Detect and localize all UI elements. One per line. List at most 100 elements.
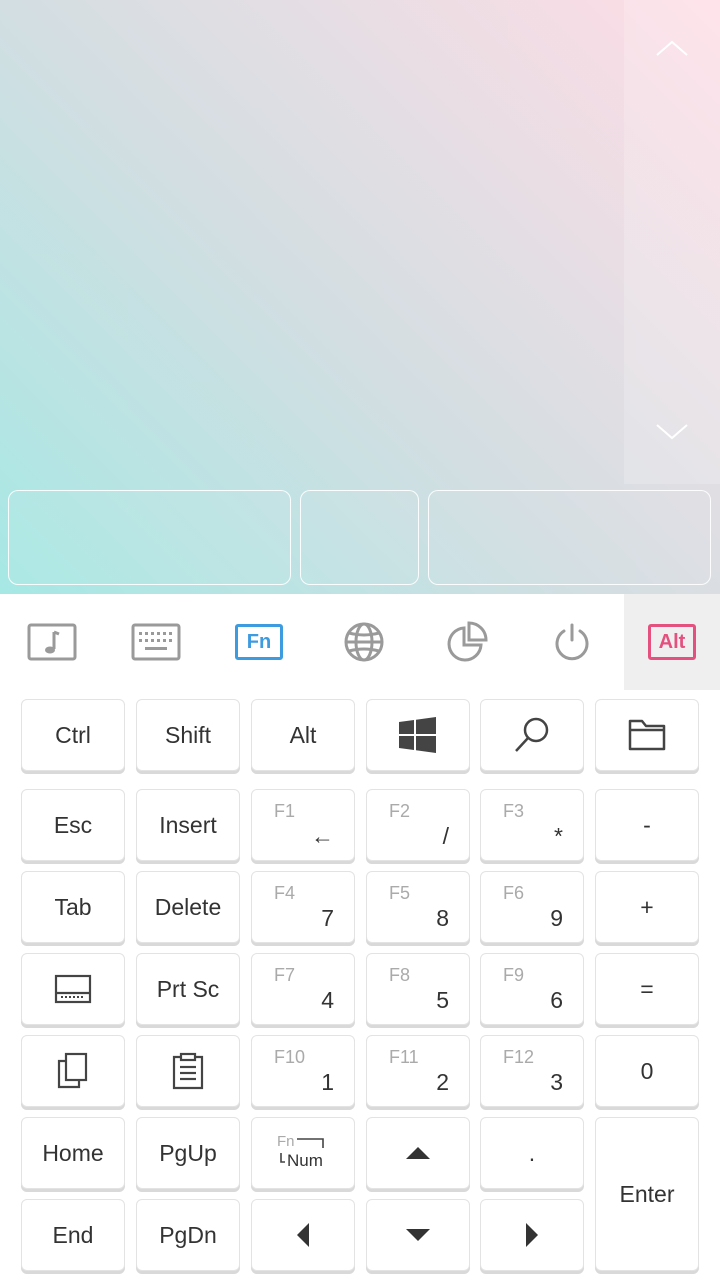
f7-key[interactable]: F7 4 — [251, 953, 355, 1025]
prtsc-label: Prt Sc — [156, 975, 220, 1002]
f5-key[interactable]: F5 8 — [366, 871, 470, 943]
enter-key[interactable]: Enter — [595, 1117, 699, 1271]
tab-label: Tab — [54, 893, 92, 920]
num7-label: 7 — [321, 905, 334, 931]
home-key[interactable]: Home — [21, 1117, 125, 1189]
alt-label: Alt — [289, 721, 317, 748]
tool-stats[interactable] — [419, 594, 515, 690]
shift-label: Shift — [164, 721, 212, 748]
enter-label: Enter — [619, 1180, 675, 1207]
arrow-right-key[interactable] — [480, 1199, 584, 1271]
f9-key[interactable]: F9 6 — [480, 953, 584, 1025]
num1-label: 1 — [321, 1069, 334, 1095]
num2-label: 2 — [436, 1069, 449, 1095]
fn-icon: Fn — [235, 624, 283, 660]
f10-label: F10 — [274, 1047, 306, 1067]
minus-key[interactable]: - — [595, 789, 699, 861]
arrow-left-key[interactable] — [251, 1199, 355, 1271]
decimal-label: . — [528, 1139, 536, 1166]
num5-label: 5 — [436, 987, 449, 1013]
pgup-label: PgUp — [159, 1139, 217, 1166]
f12-label: F12 — [503, 1047, 535, 1067]
file-explorer-key[interactable] — [595, 699, 699, 771]
search-key[interactable] — [480, 699, 584, 771]
f4-key[interactable]: F4 7 — [251, 871, 355, 943]
num8-label: 8 — [436, 905, 449, 931]
f9-label: F9 — [503, 965, 525, 985]
pgdn-key[interactable]: PgDn — [136, 1199, 240, 1271]
decimal-key[interactable]: . — [480, 1117, 584, 1189]
tool-keyboard[interactable] — [108, 594, 204, 690]
num-label: Num — [287, 1151, 323, 1170]
mode-toolbar: Fn Alt — [0, 594, 720, 690]
paste-key[interactable] — [136, 1035, 240, 1107]
f6-label: F6 — [503, 883, 525, 903]
end-label: End — [52, 1221, 94, 1248]
f8-key[interactable]: F8 5 — [366, 953, 470, 1025]
middle-click-button[interactable] — [300, 490, 419, 585]
f1-label: F1 — [274, 801, 296, 821]
home-label: Home — [42, 1139, 104, 1166]
zero-key[interactable]: 0 — [595, 1035, 699, 1107]
divide-label: / — [442, 823, 449, 849]
shift-key[interactable]: Shift — [136, 699, 240, 771]
arrow-right-icon — [526, 1223, 538, 1247]
f3-key[interactable]: F3 * — [480, 789, 584, 861]
tool-alt[interactable]: Alt — [624, 594, 720, 690]
tool-power[interactable] — [524, 594, 620, 690]
left-click-button[interactable] — [8, 490, 291, 585]
power-icon — [555, 623, 589, 661]
f8-label: F8 — [389, 965, 411, 985]
fn-num-toggle-key[interactable]: Fn Num — [251, 1117, 355, 1189]
f10-key[interactable]: F10 1 — [251, 1035, 355, 1107]
right-click-button[interactable] — [428, 490, 711, 585]
tab-key[interactable]: Tab — [21, 871, 125, 943]
folder-icon — [628, 719, 666, 751]
tool-language[interactable] — [316, 594, 412, 690]
plus-label: + — [640, 893, 654, 920]
f6-key[interactable]: F6 9 — [480, 871, 584, 943]
scroll-strip[interactable] — [624, 0, 720, 484]
delete-label: Delete — [154, 893, 222, 920]
globe-icon — [344, 622, 384, 662]
touch-keyboard-key[interactable] — [21, 953, 125, 1025]
tool-media[interactable] — [4, 594, 100, 690]
clipboard-icon — [172, 1052, 204, 1090]
f1-key[interactable]: F1 ← — [251, 789, 355, 861]
plus-key[interactable]: + — [595, 871, 699, 943]
search-icon — [515, 717, 549, 752]
pie-chart-icon — [447, 621, 488, 662]
touchpad-area — [0, 0, 720, 594]
equals-key[interactable]: = — [595, 953, 699, 1025]
arrow-left-icon — [297, 1223, 309, 1247]
f11-label: F11 — [389, 1047, 419, 1067]
scroll-up-icon[interactable] — [655, 38, 689, 58]
f5-label: F5 — [389, 883, 411, 903]
windows-key[interactable] — [366, 699, 470, 771]
scroll-down-icon[interactable] — [655, 422, 689, 442]
end-key[interactable]: End — [21, 1199, 125, 1271]
tool-fn[interactable]: Fn — [211, 594, 307, 690]
multiply-label: * — [554, 823, 563, 849]
touch-keyboard-icon — [54, 974, 92, 1004]
pgup-key[interactable]: PgUp — [136, 1117, 240, 1189]
esc-key[interactable]: Esc — [21, 789, 125, 861]
alt-key[interactable]: Alt — [251, 699, 355, 771]
touchpad-surface[interactable] — [0, 0, 624, 484]
f2-key[interactable]: F2 / — [366, 789, 470, 861]
arrow-down-key[interactable] — [366, 1199, 470, 1271]
minus-label: - — [643, 811, 651, 838]
num4-label: 4 — [321, 987, 334, 1013]
f11-key[interactable]: F11 2 — [366, 1035, 470, 1107]
keyboard-icon — [131, 623, 181, 661]
esc-label: Esc — [53, 811, 93, 838]
num3-label: 3 — [550, 1069, 563, 1095]
print-screen-key[interactable]: Prt Sc — [136, 953, 240, 1025]
arrow-up-key[interactable] — [366, 1117, 470, 1189]
f12-key[interactable]: F12 3 — [480, 1035, 584, 1107]
insert-key[interactable]: Insert — [136, 789, 240, 861]
copy-key[interactable] — [21, 1035, 125, 1107]
delete-key[interactable]: Delete — [136, 871, 240, 943]
ctrl-key[interactable]: Ctrl — [21, 699, 125, 771]
f4-label: F4 — [274, 883, 296, 903]
